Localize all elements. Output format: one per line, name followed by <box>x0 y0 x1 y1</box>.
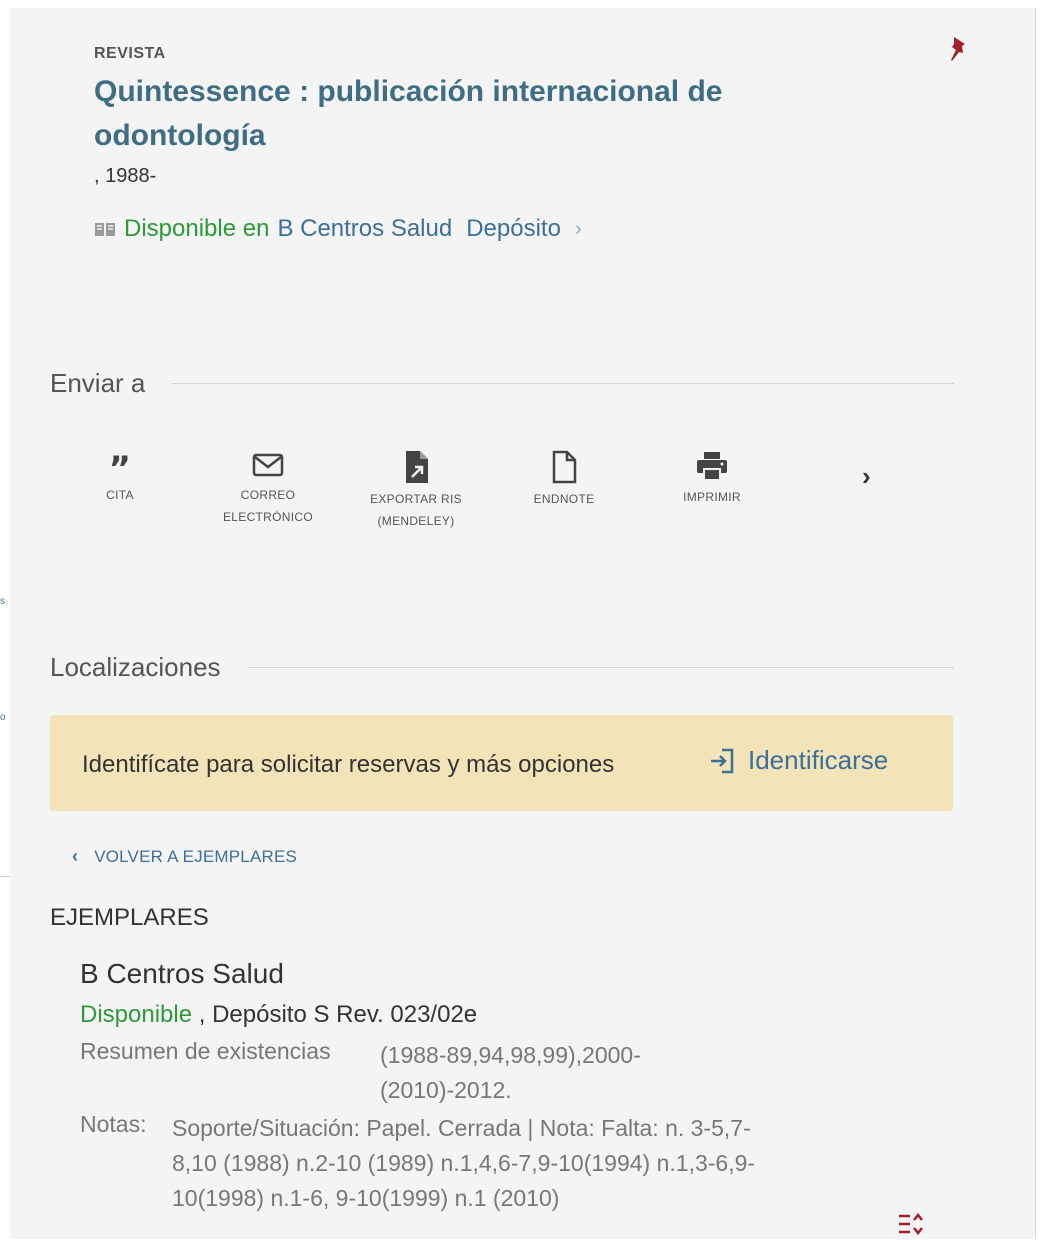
email-icon <box>252 453 284 477</box>
printer-icon <box>697 452 727 481</box>
panel-border <box>1035 8 1036 1239</box>
send-to-actions: ” CITA CORREO ELECTRÓNICO EXPORTAR RIS (… <box>70 450 910 560</box>
chevron-right-icon[interactable]: › <box>575 218 582 241</box>
availability-library[interactable]: B Centros Salud <box>277 215 452 243</box>
divider <box>246 667 954 668</box>
cite-button[interactable]: ” CITA <box>70 450 170 506</box>
sign-in-label: Identificarse <box>748 745 889 775</box>
cite-label: CITA <box>106 488 134 502</box>
email-label: CORREO ELECTRÓNICO <box>223 488 313 524</box>
item-status-line: Disponible , Depósito S Rev. 023/02e <box>80 1001 477 1029</box>
quote-icon: ” <box>109 450 132 480</box>
endnote-label: ENDNOTE <box>533 492 595 506</box>
record-detail-panel: REVISTA Quintessence : publicación inter… <box>10 8 1035 1239</box>
export-ris-label: EXPORTAR RIS (MENDELEY) <box>370 492 462 528</box>
availability-location[interactable]: Depósito <box>466 215 561 243</box>
notes-value: Soporte/Situación: Papel. Cerrada | Nota… <box>172 1115 756 1211</box>
item-call-number: , Depósito S Rev. 023/02e <box>198 1001 478 1028</box>
record-title[interactable]: Quintessence : publicación internacional… <box>94 70 814 158</box>
back-to-items-link[interactable]: ‹ VOLVER A EJEMPLARES <box>72 846 297 867</box>
document-icon <box>552 450 577 484</box>
record-date: , 1988- <box>94 165 157 187</box>
availability-line[interactable]: Disponible en B Centros Salud Depósito › <box>94 215 582 243</box>
item-library: B Centros Salud <box>80 958 284 989</box>
record-type-label: REVISTA <box>94 45 166 62</box>
pin-icon[interactable] <box>946 34 970 64</box>
left-pane-divider <box>0 876 10 877</box>
login-notice: Identifícate para solicitar reservas y m… <box>50 715 953 811</box>
export-file-icon <box>406 451 428 483</box>
chevron-right-icon[interactable]: › <box>862 461 871 492</box>
notes-label: Notas: <box>80 1111 147 1137</box>
book-icon <box>95 223 115 236</box>
endnote-button[interactable]: ENDNOTE <box>514 450 614 510</box>
login-prompt: Identifícate para solicitar reservas y m… <box>82 751 615 778</box>
send-to-heading: Enviar a <box>50 368 954 399</box>
locations-heading: Localizaciones <box>50 652 954 683</box>
sign-in-icon <box>711 748 734 773</box>
left-pane-edge <box>0 0 10 1239</box>
divider <box>171 383 954 384</box>
print-button[interactable]: IMPRIMIR <box>662 450 762 508</box>
print-label: IMPRIMIR <box>683 490 741 504</box>
svg-text:”: ” <box>109 450 132 480</box>
chevron-left-icon: ‹ <box>72 846 79 866</box>
locations-title: Localizaciones <box>50 652 221 682</box>
left-pane-fragment: s <box>0 596 5 607</box>
sign-in-link[interactable]: Identificarse <box>708 745 888 776</box>
send-to-title: Enviar a <box>50 368 146 398</box>
left-pane-fragment: o <box>0 712 6 723</box>
export-ris-button[interactable]: EXPORTAR RIS (MENDELEY) <box>366 450 466 532</box>
availability-status: Disponible en <box>124 215 270 242</box>
email-button[interactable]: CORREO ELECTRÓNICO <box>218 450 318 528</box>
items-heading: EJEMPLARES <box>50 904 209 931</box>
holdings-summary-label: Resumen de existencias <box>80 1038 331 1064</box>
holdings-summary-value: (1988-89,94,98,99),2000-(2010)-2012. <box>380 1042 641 1103</box>
back-to-items-label: VOLVER A EJEMPLARES <box>94 846 298 866</box>
item-status: Disponible <box>80 1001 193 1028</box>
expand-collapse-icon[interactable] <box>896 1210 926 1240</box>
